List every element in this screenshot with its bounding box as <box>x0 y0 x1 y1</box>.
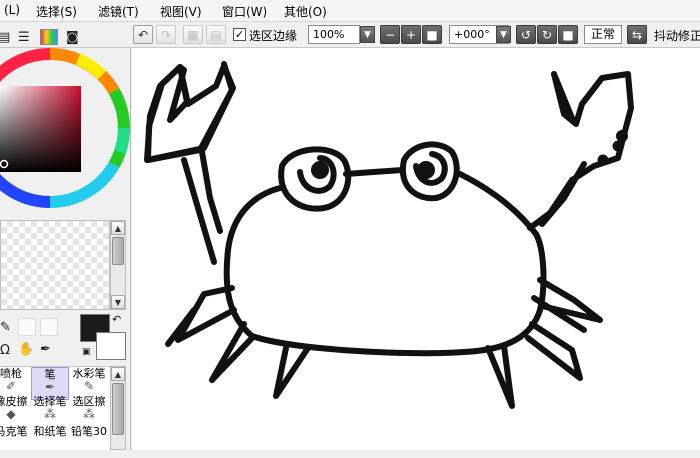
rotate-cw-button[interactable]: ↻ <box>537 25 557 44</box>
right-claw-dot <box>597 154 609 166</box>
menu-select[interactable]: 选择(S) <box>36 3 77 20</box>
airbrush-icon: ✐ <box>5 379 17 393</box>
scroll-thumb[interactable] <box>112 383 124 435</box>
minus-icon: − <box>384 27 396 42</box>
pen-icon: ✒ <box>44 380 56 394</box>
zoom-combo[interactable]: 100% <box>308 25 360 44</box>
flip-button[interactable]: ⇆ <box>627 25 647 44</box>
tool-select-pen[interactable]: 选择笔 ⁂ <box>31 395 69 428</box>
empty-slot <box>40 318 58 336</box>
menu-view[interactable]: 视图(V) <box>160 3 202 20</box>
scroll-up-icon[interactable]: ▲ <box>111 367 125 381</box>
tool-palette: 喷枪 ✐ 笔 ✒ 水彩笔 ✎ 橡皮擦 ◆ 选择笔 ⁂ 选区擦 ⁂ 马克笔 和纸笔 <box>0 366 110 450</box>
empty-slot <box>18 318 36 336</box>
rotate-ccw-button[interactable]: ↺ <box>516 25 536 44</box>
undo-button[interactable]: ↶ <box>133 25 153 44</box>
select-all-button[interactable]: ▤ <box>206 25 226 44</box>
redo-button[interactable]: ↷ <box>156 25 176 44</box>
tool-washi-pen[interactable]: 和纸笔 <box>31 425 69 458</box>
eye-stalk-line <box>343 167 405 177</box>
right-claw <box>551 71 634 183</box>
brush-icon: ✎ <box>83 379 95 393</box>
menu-window[interactable]: 窗口(W) <box>222 3 267 20</box>
left-leg-3 <box>273 345 311 399</box>
crab-drawing <box>144 61 634 409</box>
left-eye-outer <box>278 146 352 212</box>
zoom-dropdown-arrow[interactable]: ▼ <box>360 26 375 43</box>
right-leg-3 <box>485 343 515 409</box>
scroll-down-icon[interactable]: ▼ <box>111 295 125 309</box>
reset-square-icon: ■ <box>562 27 574 42</box>
tool-pencil[interactable]: 铅笔30 <box>70 425 108 458</box>
menu-layer[interactable]: (L) <box>4 3 20 17</box>
blend-mode-select[interactable]: 正常 <box>584 25 622 44</box>
right-arm <box>527 161 587 231</box>
eyedropper-small-icon[interactable]: ✎ <box>0 320 11 335</box>
left-eye-pupil <box>311 161 329 179</box>
scratchpad-scrollbar[interactable]: ▲ ▼ <box>110 220 126 310</box>
color-wheel[interactable] <box>0 48 131 218</box>
right-leg-2 <box>525 321 583 381</box>
scratchpad-tab-icon[interactable]: ◙ <box>66 30 79 45</box>
select-edge-label: 选区边缘 <box>249 29 298 43</box>
redo-icon: ↷ <box>160 27 172 42</box>
right-leg-1 <box>537 277 603 323</box>
rotate-cw-icon: ↻ <box>541 27 553 42</box>
rotate-ccw-icon: ↺ <box>520 27 532 42</box>
eraser-icon: ◆ <box>6 407 16 421</box>
deselect-button[interactable]: ▦ <box>183 25 203 44</box>
drawing-canvas[interactable] <box>132 48 700 450</box>
menu-other[interactable]: 其他(O) <box>284 3 327 20</box>
tool-select-eraser[interactable]: 选区擦 ⁂ <box>70 395 108 428</box>
reset-colors-icon[interactable]: ▣ <box>82 347 91 357</box>
swap-colors-icon[interactable]: ↶ <box>112 313 121 326</box>
select-all-icon: ▤ <box>210 27 222 42</box>
select-edge-checkbox[interactable]: ✓ <box>233 28 246 41</box>
right-claw-dot <box>616 130 628 142</box>
undo-icon: ↶ <box>137 27 149 42</box>
plus-icon: + <box>405 27 417 42</box>
right-claw-dot <box>612 140 624 152</box>
left-panel: ▤ ☰ ◙ ▲ ▼ ✎ Ω ✋ ✒ ↶ ▣ 喷枪 ✐ 笔 ✒ 水彩笔 ✎ 皮擦 … <box>0 29 131 450</box>
scratchpad-area[interactable] <box>0 220 110 310</box>
right-eye-pupil <box>417 161 435 179</box>
tool-eraser[interactable]: 橡皮擦 ◆ <box>0 395 30 428</box>
flip-arrows-icon: ⇆ <box>631 27 643 42</box>
zoom-in-button[interactable]: + <box>401 25 421 44</box>
menu-bar: (L) 选择(S) 滤镜(T) 视图(V) 窗口(W) 其他(O) <box>0 0 700 22</box>
color-wheel-tab-icon[interactable]: ▤ <box>0 30 10 45</box>
tool-marker[interactable]: 马克笔 <box>0 425 30 458</box>
select-pen-icon: ⁂ <box>44 407 56 421</box>
hand-icon[interactable]: ✋ <box>18 342 34 357</box>
scroll-up-icon[interactable]: ▲ <box>111 221 125 235</box>
select-eraser-icon: ⁂ <box>83 407 95 421</box>
lasso-icon[interactable]: Ω <box>0 343 10 358</box>
stabilizer-label: 抖动修正 <box>654 29 700 43</box>
eyedropper-icon[interactable]: ✒ <box>40 342 51 357</box>
tool-palette-scrollbar[interactable]: ▲ <box>110 366 126 450</box>
zoom-reset-button[interactable]: ■ <box>422 25 442 44</box>
rotate-reset-button[interactable]: ■ <box>558 25 578 44</box>
reset-square-icon: ■ <box>426 27 438 42</box>
scroll-thumb[interactable] <box>112 237 124 265</box>
color-slider-tab-icon[interactable]: ☰ <box>18 30 30 45</box>
color-panel-tabs: ▤ ☰ ◙ <box>0 28 131 48</box>
rotation-dropdown-arrow[interactable]: ▼ <box>496 26 511 43</box>
crab-body <box>223 171 547 357</box>
secondary-color-swatch[interactable] <box>96 332 126 360</box>
color-swatch-tab-icon[interactable] <box>40 29 58 45</box>
left-arm <box>181 149 223 265</box>
deselect-icon: ▦ <box>187 27 199 42</box>
menu-filter[interactable]: 滤镜(T) <box>98 3 139 20</box>
zoom-out-button[interactable]: − <box>380 25 400 44</box>
